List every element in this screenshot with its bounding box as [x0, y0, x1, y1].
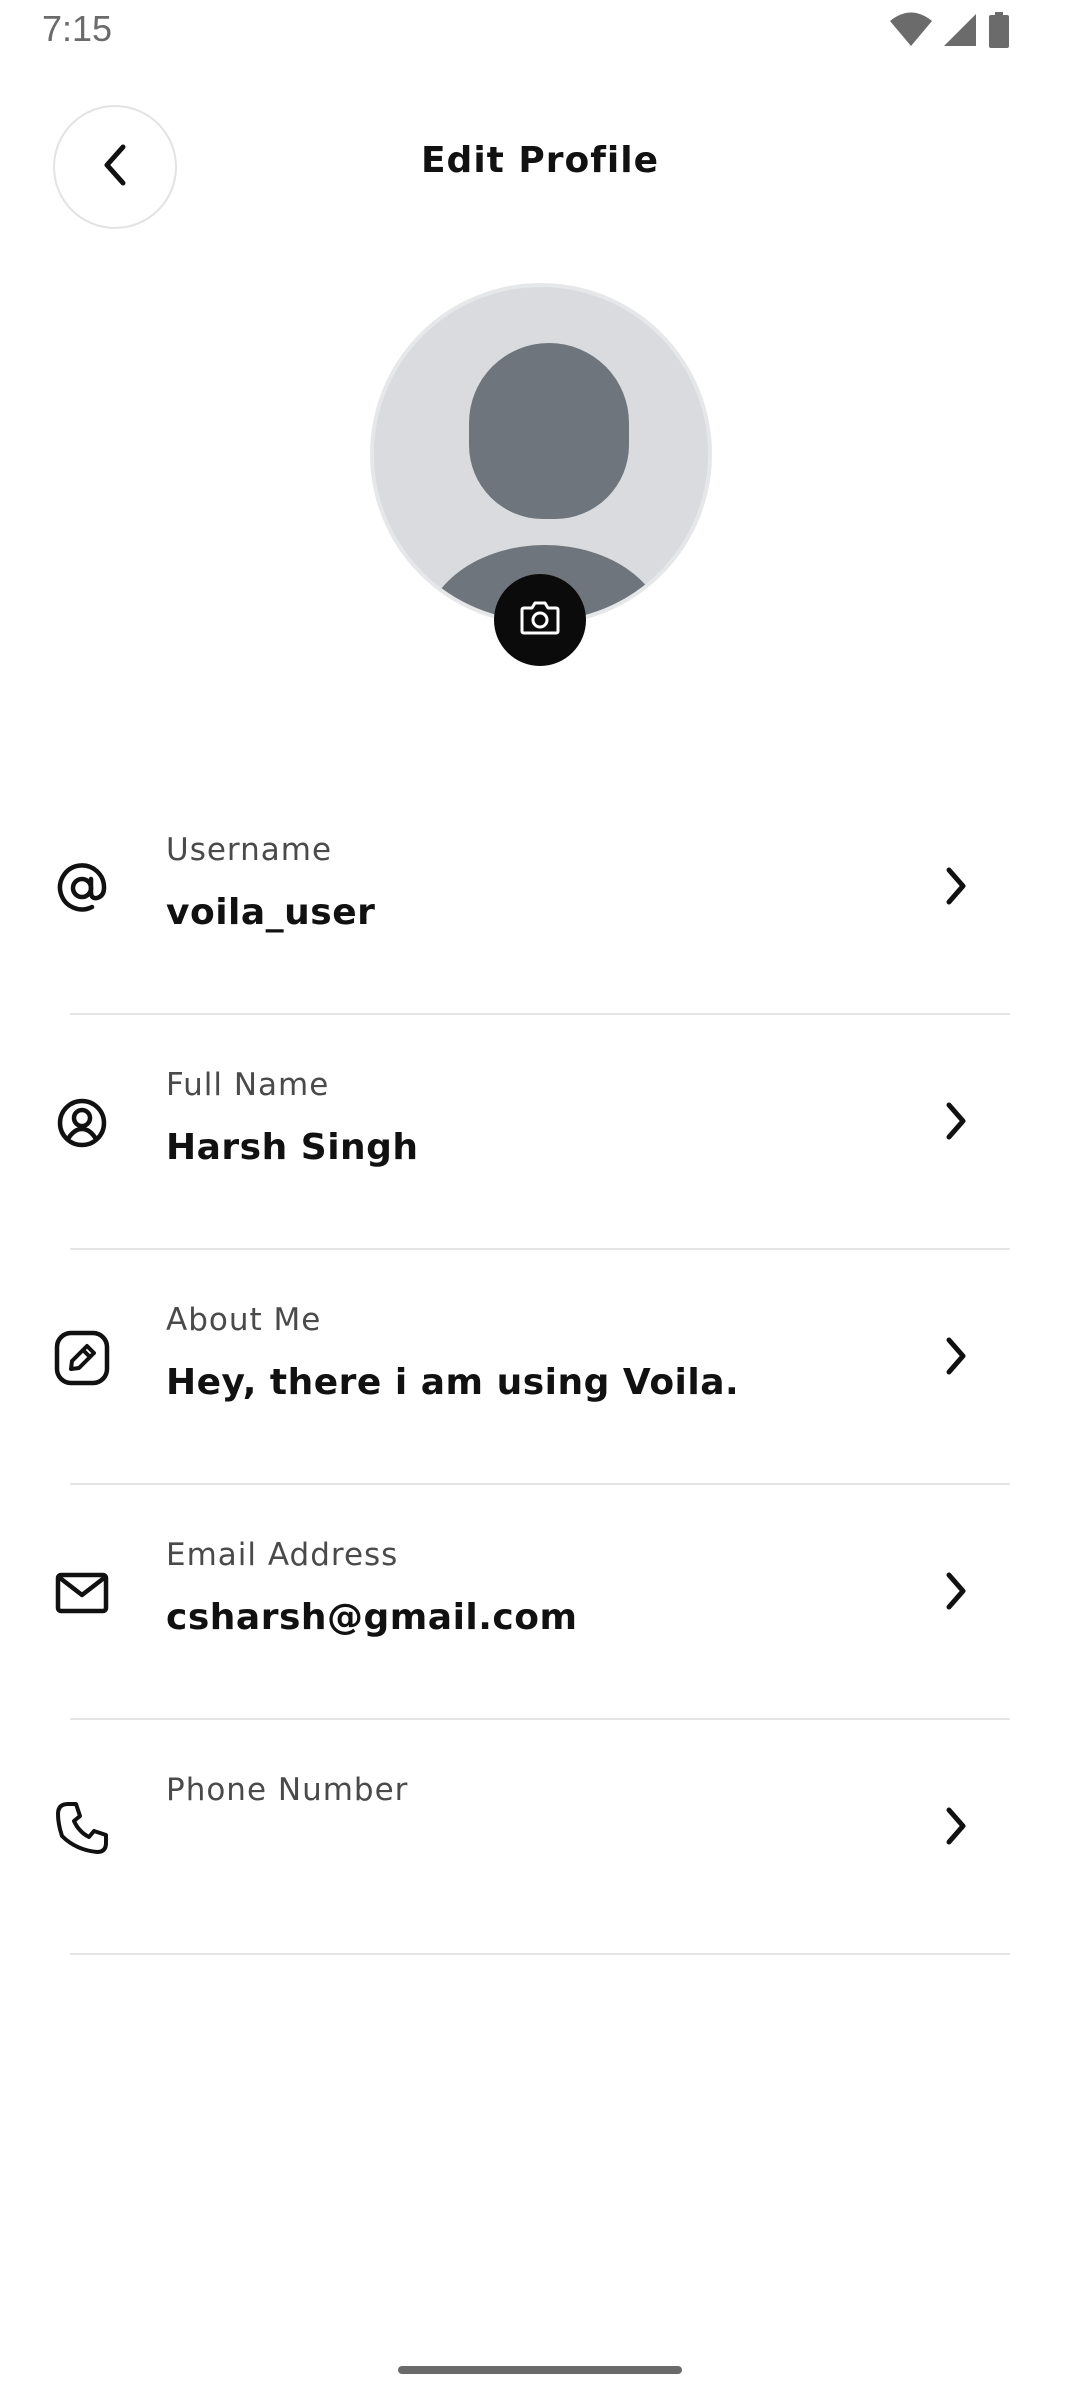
phone-row[interactable]: Phone Number [0, 1720, 1080, 1955]
camera-icon [518, 598, 562, 642]
chevron-right-icon [936, 1097, 976, 1145]
phone-label: Phone Number [166, 1772, 409, 1808]
about-me-value: Hey, there i am using Voila. [166, 1362, 740, 1403]
email-label: Email Address [166, 1537, 399, 1573]
status-bar: 7:15 [0, 0, 1080, 64]
about-me-label: About Me [166, 1302, 322, 1338]
wifi-icon [890, 12, 932, 52]
status-time: 7:15 [42, 8, 113, 49]
divider [70, 1953, 1010, 1955]
edit-icon [52, 1328, 112, 1388]
battery-icon [988, 12, 1010, 52]
chevron-right-icon [936, 1567, 976, 1615]
full-name-label: Full Name [166, 1067, 330, 1103]
chevron-right-icon [936, 1332, 976, 1380]
chevron-right-icon [936, 862, 976, 910]
home-indicator[interactable] [398, 2366, 682, 2374]
signal-icon [942, 12, 978, 52]
phone-icon [52, 1798, 112, 1858]
full-name-value: Harsh Singh [166, 1127, 419, 1168]
change-photo-button[interactable] [494, 574, 586, 666]
avatar-head-shape [469, 343, 629, 519]
full-name-row[interactable]: Full Name Harsh Singh [0, 1015, 1080, 1250]
mail-icon [52, 1563, 112, 1623]
username-row[interactable]: Username voila_user [0, 780, 1080, 1015]
username-value: voila_user [166, 892, 376, 933]
status-icons [890, 12, 1010, 52]
about-me-row[interactable]: About Me Hey, there i am using Voila. [0, 1250, 1080, 1485]
email-value: csharsh@gmail.com [166, 1597, 578, 1638]
at-sign-icon [52, 858, 112, 918]
email-row[interactable]: Email Address csharsh@gmail.com [0, 1485, 1080, 1720]
username-label: Username [166, 832, 333, 868]
chevron-right-icon [936, 1802, 976, 1850]
page-title: Edit Profile [420, 140, 660, 181]
user-circle-icon [52, 1093, 112, 1153]
profile-fields-list: Username voila_user Full Name Harsh Sing… [0, 780, 1080, 1955]
